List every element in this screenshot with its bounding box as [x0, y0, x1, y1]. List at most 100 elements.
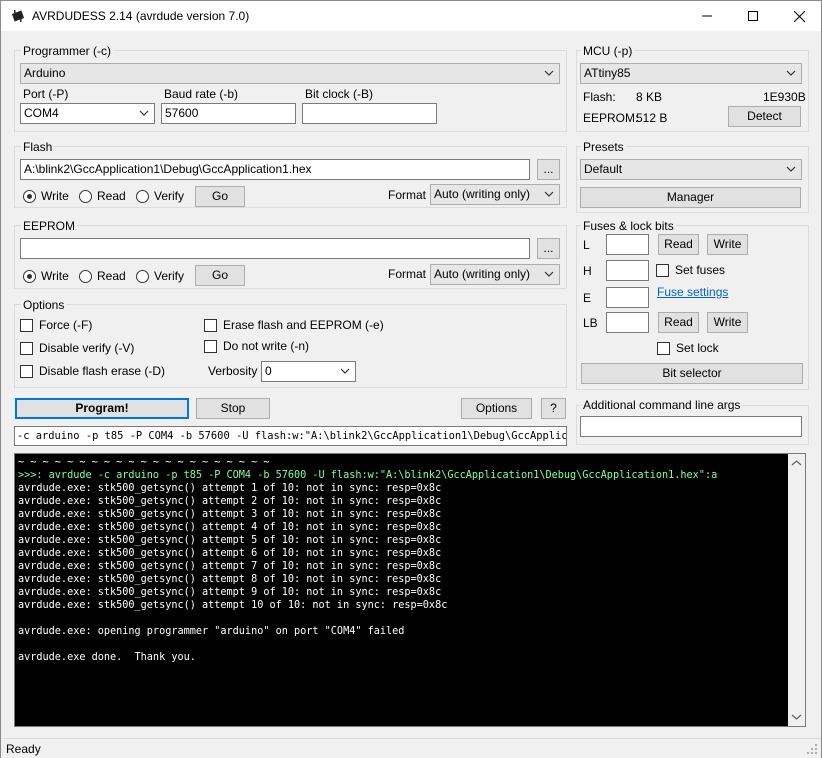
flash-go-button[interactable]: Go	[195, 186, 245, 207]
chevron-down-icon	[786, 70, 796, 76]
radio-checked-icon	[23, 269, 36, 283]
close-icon	[793, 10, 805, 22]
flash-file-input[interactable]: A:\blink2\GccApplication1\Debug\GccAppli…	[20, 159, 530, 180]
detect-button[interactable]: Detect	[728, 106, 801, 127]
window-title: AVRDUDESS 2.14 (avrdude version 7.0)	[32, 9, 250, 23]
set-fuses-label: Set fuses	[675, 263, 726, 277]
fuse-l-input[interactable]	[606, 234, 649, 255]
set-lock-checkbox[interactable]: Set lock	[657, 341, 719, 355]
lockbits-input[interactable]	[606, 312, 649, 333]
console-line: avrdude.exe: stk500_getsync() attempt 2 …	[18, 496, 442, 507]
maximize-icon	[748, 11, 758, 21]
flash-verify-radio[interactable]: Verify	[136, 189, 184, 203]
eeprom-read-radio[interactable]: Read	[79, 269, 126, 283]
programmer-select[interactable]: Arduino	[20, 63, 560, 84]
bit-clock-input[interactable]	[302, 103, 437, 124]
lockbits-read-button[interactable]: Read	[658, 312, 699, 333]
presets-manager-button[interactable]: Manager	[580, 187, 801, 208]
port-select[interactable]: COM4	[20, 103, 155, 124]
console-line: avrdude.exe: stk500_getsync() attempt 1 …	[18, 483, 442, 494]
options-button[interactable]: Options	[461, 398, 532, 419]
console-command: >>>: avrdude -c arduino -p t85 -P COM4 -…	[18, 470, 718, 481]
do-not-write-checkbox[interactable]: Do not write (-n)	[204, 339, 309, 353]
console-line: avrdude.exe: stk500_getsync() attempt 4 …	[18, 522, 442, 533]
eeprom-write-radio[interactable]: Write	[23, 269, 69, 283]
additional-args-label: Additional command line args	[581, 398, 743, 412]
lockbits-write-button[interactable]: Write	[707, 312, 748, 333]
presets-select-value: Default	[584, 162, 623, 176]
flash-write-radio[interactable]: Write	[23, 189, 69, 203]
baud-rate-input[interactable]: 57600	[161, 103, 296, 124]
fuse-settings-link[interactable]: Fuse settings	[657, 285, 728, 299]
eeprom-read-label: Read	[97, 269, 126, 283]
console-scrollbar[interactable]	[788, 454, 805, 726]
eeprom-go-button[interactable]: Go	[195, 265, 245, 286]
flash-format-label: Format	[388, 188, 427, 202]
flash-read-radio[interactable]: Read	[79, 189, 126, 203]
do-not-write-label: Do not write (-n)	[223, 339, 310, 353]
close-button[interactable]	[776, 1, 822, 31]
fuse-h-label: H	[583, 264, 592, 278]
chevron-down-icon	[544, 70, 554, 76]
console-line: avrdude.exe: stk500_getsync() attempt 7 …	[18, 561, 442, 572]
maximize-button[interactable]	[730, 1, 776, 31]
fuse-e-input[interactable]	[606, 287, 649, 308]
programmer-select-value: Arduino	[24, 66, 66, 80]
checkbox-unchecked-icon	[204, 339, 217, 353]
resize-grip-icon[interactable]	[806, 743, 818, 755]
radio-unchecked-icon	[79, 189, 92, 203]
checkbox-unchecked-icon	[657, 341, 670, 355]
fuse-l-read-button[interactable]: Read	[658, 234, 699, 255]
fuse-h-input[interactable]	[606, 260, 649, 281]
bit-selector-button[interactable]: Bit selector	[581, 363, 803, 384]
chevron-down-icon	[139, 110, 149, 116]
eeprom-browse-button[interactable]: ...	[537, 238, 560, 259]
help-button[interactable]: ?	[541, 398, 566, 419]
eeprom-write-label: Write	[41, 269, 69, 283]
eeprom-verify-radio[interactable]: Verify	[136, 269, 184, 283]
mcu-group-label: MCU (-p)	[581, 44, 635, 58]
program-button[interactable]: Program!	[15, 398, 189, 419]
console-output[interactable]: ~ ~ ~ ~ ~ ~ ~ ~ ~ ~ ~ ~ ~ ~ ~ ~ ~ ~ ~ ~ …	[14, 453, 806, 727]
presets-select[interactable]: Default	[580, 159, 802, 180]
fuse-l-label: L	[583, 238, 590, 252]
flash-verify-label: Verify	[154, 189, 185, 203]
disable-flash-erase-label: Disable flash erase (-D)	[39, 364, 166, 378]
flash-browse-button[interactable]: ...	[537, 159, 560, 180]
title-bar[interactable]: AVRDUDESS 2.14 (avrdude version 7.0)	[1, 1, 821, 31]
disable-flash-erase-checkbox[interactable]: Disable flash erase (-D)	[20, 364, 165, 378]
bit-clock-label: Bit clock (-B)	[305, 87, 374, 101]
fuse-l-write-button[interactable]: Write	[707, 234, 748, 255]
mcu-signature: 1E930B	[763, 90, 806, 104]
command-line-preview[interactable]: -c arduino -p t85 -P COM4 -b 57600 -U fl…	[14, 426, 567, 446]
disable-verify-checkbox[interactable]: Disable verify (-V)	[20, 341, 134, 355]
flash-read-label: Read	[97, 189, 126, 203]
disable-verify-label: Disable verify (-V)	[39, 341, 135, 355]
mcu-flash-label: Flash:	[583, 90, 616, 104]
force-label: Force (-F)	[39, 318, 93, 332]
set-fuses-checkbox[interactable]: Set fuses	[656, 263, 725, 277]
verbosity-select[interactable]: 0	[261, 361, 356, 382]
force-checkbox[interactable]: Force (-F)	[20, 318, 92, 332]
port-label: Port (-P)	[23, 87, 69, 101]
programmer-group-label: Programmer (-c)	[21, 44, 114, 58]
minimize-button[interactable]	[684, 1, 730, 31]
checkbox-unchecked-icon	[20, 364, 33, 378]
main-window: AVRDUDESS 2.14 (avrdude version 7.0) Pro…	[0, 0, 822, 758]
console-line: avrdude.exe: opening programmer "arduino…	[18, 626, 405, 637]
chevron-down-icon	[340, 368, 350, 374]
verbosity-value: 0	[265, 364, 272, 378]
console-line: avrdude.exe: stk500_getsync() attempt 5 …	[18, 535, 442, 546]
eeprom-file-input[interactable]	[20, 238, 530, 259]
flash-write-label: Write	[41, 189, 69, 203]
mcu-select[interactable]: ATtiny85	[580, 63, 802, 84]
flash-format-select[interactable]: Auto (writing only)	[430, 184, 560, 205]
eeprom-format-select[interactable]: Auto (writing only)	[430, 264, 560, 285]
erase-flash-eeprom-label: Erase flash and EEPROM (-e)	[223, 318, 384, 332]
erase-flash-eeprom-checkbox[interactable]: Erase flash and EEPROM (-e)	[204, 318, 384, 332]
additional-args-input[interactable]	[580, 416, 802, 437]
mcu-select-value: ATtiny85	[584, 66, 631, 80]
chevron-down-icon	[544, 191, 554, 197]
stop-button[interactable]: Stop	[196, 398, 270, 419]
fuses-group-label: Fuses & lock bits	[581, 219, 676, 233]
